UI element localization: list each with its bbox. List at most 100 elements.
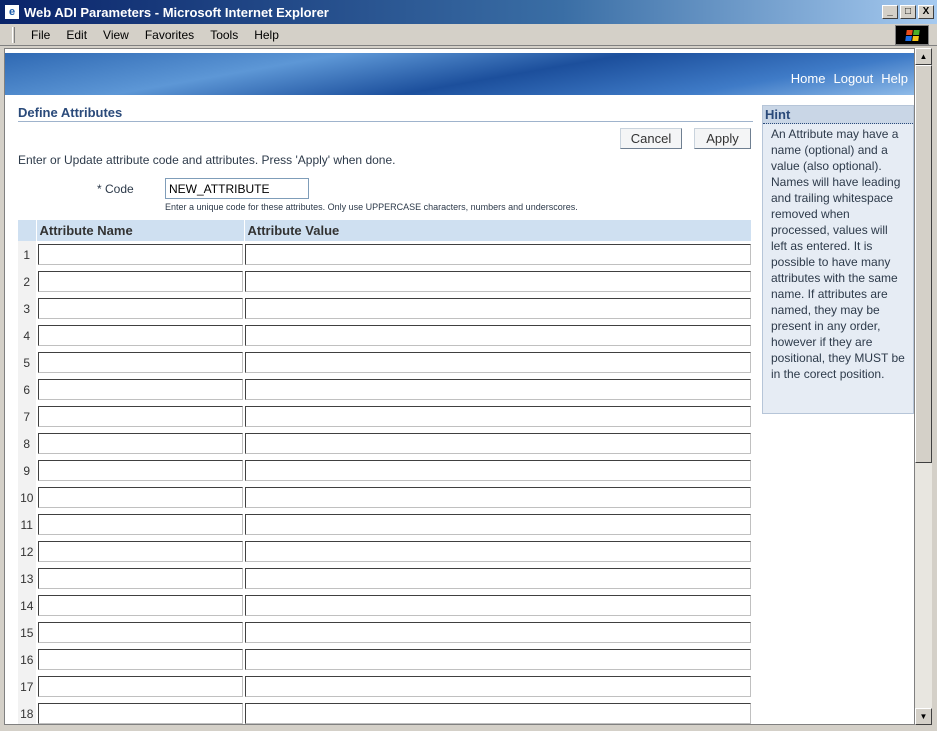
attribute-name-input[interactable]: [37, 325, 243, 346]
row-number: 5: [18, 349, 37, 376]
code-input[interactable]: [165, 178, 309, 199]
attribute-name-cell: [36, 322, 244, 349]
attribute-value-cell: [244, 295, 752, 322]
logout-link[interactable]: Logout: [833, 71, 873, 86]
row-number: 14: [18, 592, 37, 619]
attribute-value-input[interactable]: [245, 460, 751, 481]
code-label: * Code: [97, 182, 134, 196]
attribute-value-input[interactable]: [245, 595, 751, 616]
row-number: 16: [18, 646, 37, 673]
help-link[interactable]: Help: [881, 71, 908, 86]
attribute-name-input[interactable]: [37, 649, 243, 670]
table-row: 10: [18, 484, 752, 511]
attribute-value-input[interactable]: [245, 298, 751, 319]
attribute-value-input[interactable]: [245, 271, 751, 292]
attribute-name-cell: [36, 349, 244, 376]
scroll-down-icon[interactable]: ▼: [915, 708, 932, 725]
attribute-value-input[interactable]: [245, 379, 751, 400]
table-row: 7: [18, 403, 752, 430]
hint-title: Hint: [763, 106, 913, 124]
attribute-value-cell: [244, 430, 752, 457]
attribute-name-cell: [36, 430, 244, 457]
row-number: 15: [18, 619, 37, 646]
menu-view[interactable]: View: [95, 28, 137, 42]
attribute-value-cell: [244, 403, 752, 430]
attribute-name-input[interactable]: [37, 298, 243, 319]
attribute-name-input[interactable]: [37, 595, 243, 616]
close-button[interactable]: X: [918, 5, 934, 19]
code-tip: Enter a unique code for these attributes…: [165, 202, 578, 212]
table-row: 1: [18, 241, 752, 268]
attribute-name-input[interactable]: [37, 406, 243, 427]
table-row: 3: [18, 295, 752, 322]
attribute-value-cell: [244, 349, 752, 376]
attribute-value-input[interactable]: [245, 514, 751, 535]
attribute-value-cell: [244, 322, 752, 349]
attribute-name-cell: [36, 241, 244, 268]
attribute-name-input[interactable]: [37, 622, 243, 643]
attribute-value-cell: [244, 673, 752, 700]
attribute-name-cell: [36, 295, 244, 322]
table-row: 11: [18, 511, 752, 538]
row-number: 17: [18, 673, 37, 700]
vertical-scrollbar[interactable]: ▲ ▼: [915, 48, 932, 725]
row-number: 12: [18, 538, 37, 565]
menu-favorites[interactable]: Favorites: [137, 28, 202, 42]
ie-icon: e: [4, 4, 20, 20]
row-number: 11: [18, 511, 37, 538]
menu-help[interactable]: Help: [246, 28, 287, 42]
attribute-name-input[interactable]: [37, 703, 243, 724]
attribute-name-cell: [36, 700, 244, 724]
attribute-name-input[interactable]: [37, 514, 243, 535]
attribute-value-input[interactable]: [245, 622, 751, 643]
attribute-value-input[interactable]: [245, 433, 751, 454]
oracle-banner: Home Logout Help: [5, 53, 914, 95]
row-number: 2: [18, 268, 37, 295]
attribute-value-input[interactable]: [245, 244, 751, 265]
home-link[interactable]: Home: [791, 71, 826, 86]
attribute-value-cell: [244, 646, 752, 673]
attribute-name-input[interactable]: [37, 352, 243, 373]
hint-text: An Attribute may have a name (optional) …: [771, 127, 905, 381]
attribute-name-input[interactable]: [37, 379, 243, 400]
menu-edit[interactable]: Edit: [58, 28, 95, 42]
table-row: 2: [18, 268, 752, 295]
attribute-value-cell: [244, 457, 752, 484]
maximize-button[interactable]: □: [900, 5, 916, 19]
cancel-button[interactable]: Cancel: [620, 128, 682, 149]
table-row: 12: [18, 538, 752, 565]
table-row: 17: [18, 673, 752, 700]
row-number: 6: [18, 376, 37, 403]
attribute-name-input[interactable]: [37, 271, 243, 292]
attribute-value-input[interactable]: [245, 703, 751, 724]
attribute-name-cell: [36, 565, 244, 592]
attribute-value-input[interactable]: [245, 568, 751, 589]
row-number: 3: [18, 295, 37, 322]
menu-file[interactable]: File: [23, 28, 58, 42]
attribute-name-input[interactable]: [37, 676, 243, 697]
scroll-up-icon[interactable]: ▲: [915, 48, 932, 65]
attribute-name-input[interactable]: [37, 244, 243, 265]
attribute-name-cell: [36, 646, 244, 673]
attribute-value-header: Attribute Value: [244, 220, 752, 241]
attribute-value-input[interactable]: [245, 406, 751, 427]
attribute-name-input[interactable]: [37, 460, 243, 481]
attribute-value-input[interactable]: [245, 649, 751, 670]
attribute-value-input[interactable]: [245, 676, 751, 697]
attribute-name-input[interactable]: [37, 541, 243, 562]
apply-button[interactable]: Apply: [694, 128, 751, 149]
attribute-value-input[interactable]: [245, 325, 751, 346]
attribute-name-input[interactable]: [37, 487, 243, 508]
attribute-value-input[interactable]: [245, 541, 751, 562]
attribute-value-input[interactable]: [245, 487, 751, 508]
table-row: 9: [18, 457, 752, 484]
attribute-name-input[interactable]: [37, 568, 243, 589]
attribute-value-cell: [244, 538, 752, 565]
menu-tools[interactable]: Tools: [202, 28, 246, 42]
attribute-name-cell: [36, 457, 244, 484]
minimize-button[interactable]: _: [882, 5, 898, 19]
attribute-name-input[interactable]: [37, 433, 243, 454]
scrollbar-thumb[interactable]: [915, 65, 932, 463]
attribute-value-input[interactable]: [245, 352, 751, 373]
table-row: 8: [18, 430, 752, 457]
